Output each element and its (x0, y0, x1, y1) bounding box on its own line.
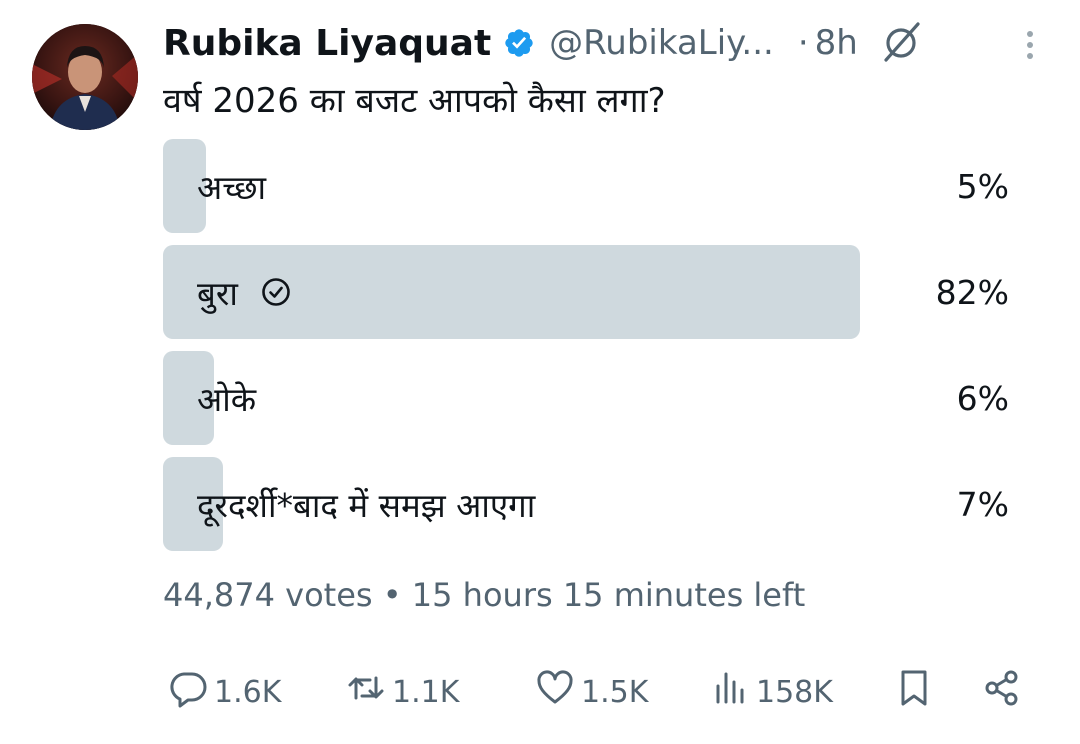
poll-option-percent: 7% (956, 484, 1009, 524)
views-icon (710, 668, 750, 716)
check-circle-icon (260, 276, 292, 308)
poll-option-percent: 82% (935, 272, 1009, 312)
views-button[interactable]: 158K (710, 664, 833, 720)
share-button[interactable] (982, 664, 1022, 720)
header-separator: · (797, 23, 809, 63)
author-handle[interactable]: @RubikaLiy... (549, 23, 774, 63)
repost-icon (346, 668, 386, 716)
reply-button[interactable]: 1.6K (168, 664, 281, 720)
bookmark-button[interactable] (894, 664, 934, 720)
share-icon (982, 668, 1022, 716)
poll-option-label: ओके (197, 379, 257, 419)
post-time[interactable]: 8h (815, 23, 858, 63)
verified-badge-icon (503, 27, 535, 59)
author-name[interactable]: Rubika Liyaquat (163, 23, 491, 64)
poll-meta: 44,874 votes • 15 hours 15 minutes left (163, 576, 806, 614)
reply-icon (168, 668, 208, 716)
poll-option[interactable]: ओके 6% (163, 351, 1013, 445)
poll-question: वर्ष 2026 का बजट आपको कैसा लगा? (163, 81, 666, 121)
action-bar: 1.6K 1.1K 1.5K 158K (0, 664, 1080, 720)
reply-count: 1.6K (214, 674, 282, 710)
bookmark-icon (894, 668, 934, 716)
poll-option[interactable]: दूरदर्शी*बाद में समझ आएगा 7% (163, 457, 1013, 551)
like-count: 1.5K (581, 674, 649, 710)
poll-option-label: दूरदर्शी*बाद में समझ आएगा (197, 485, 536, 525)
poll-option[interactable]: अच्छा 5% (163, 139, 1013, 233)
heart-icon (535, 668, 575, 716)
repost-button[interactable]: 1.1K (346, 664, 459, 720)
more-icon[interactable] (1010, 24, 1050, 64)
repost-count: 1.1K (392, 674, 460, 710)
like-button[interactable]: 1.5K (535, 664, 648, 720)
tweet-header: Rubika Liyaquat @RubikaLiy... · 8h (163, 18, 1050, 68)
grok-icon[interactable] (878, 20, 924, 66)
poll: अच्छा 5% बुरा 82% ओके 6% दूरदर्शी*बाद मे… (163, 139, 1013, 563)
poll-option-label: अच्छा (197, 167, 267, 207)
poll-option-label: बुरा (197, 273, 238, 313)
poll-option-percent: 6% (956, 378, 1009, 418)
avatar[interactable] (32, 24, 138, 130)
poll-option-percent: 5% (956, 166, 1009, 206)
poll-option[interactable]: बुरा 82% (163, 245, 1013, 339)
views-count: 158K (756, 674, 833, 710)
